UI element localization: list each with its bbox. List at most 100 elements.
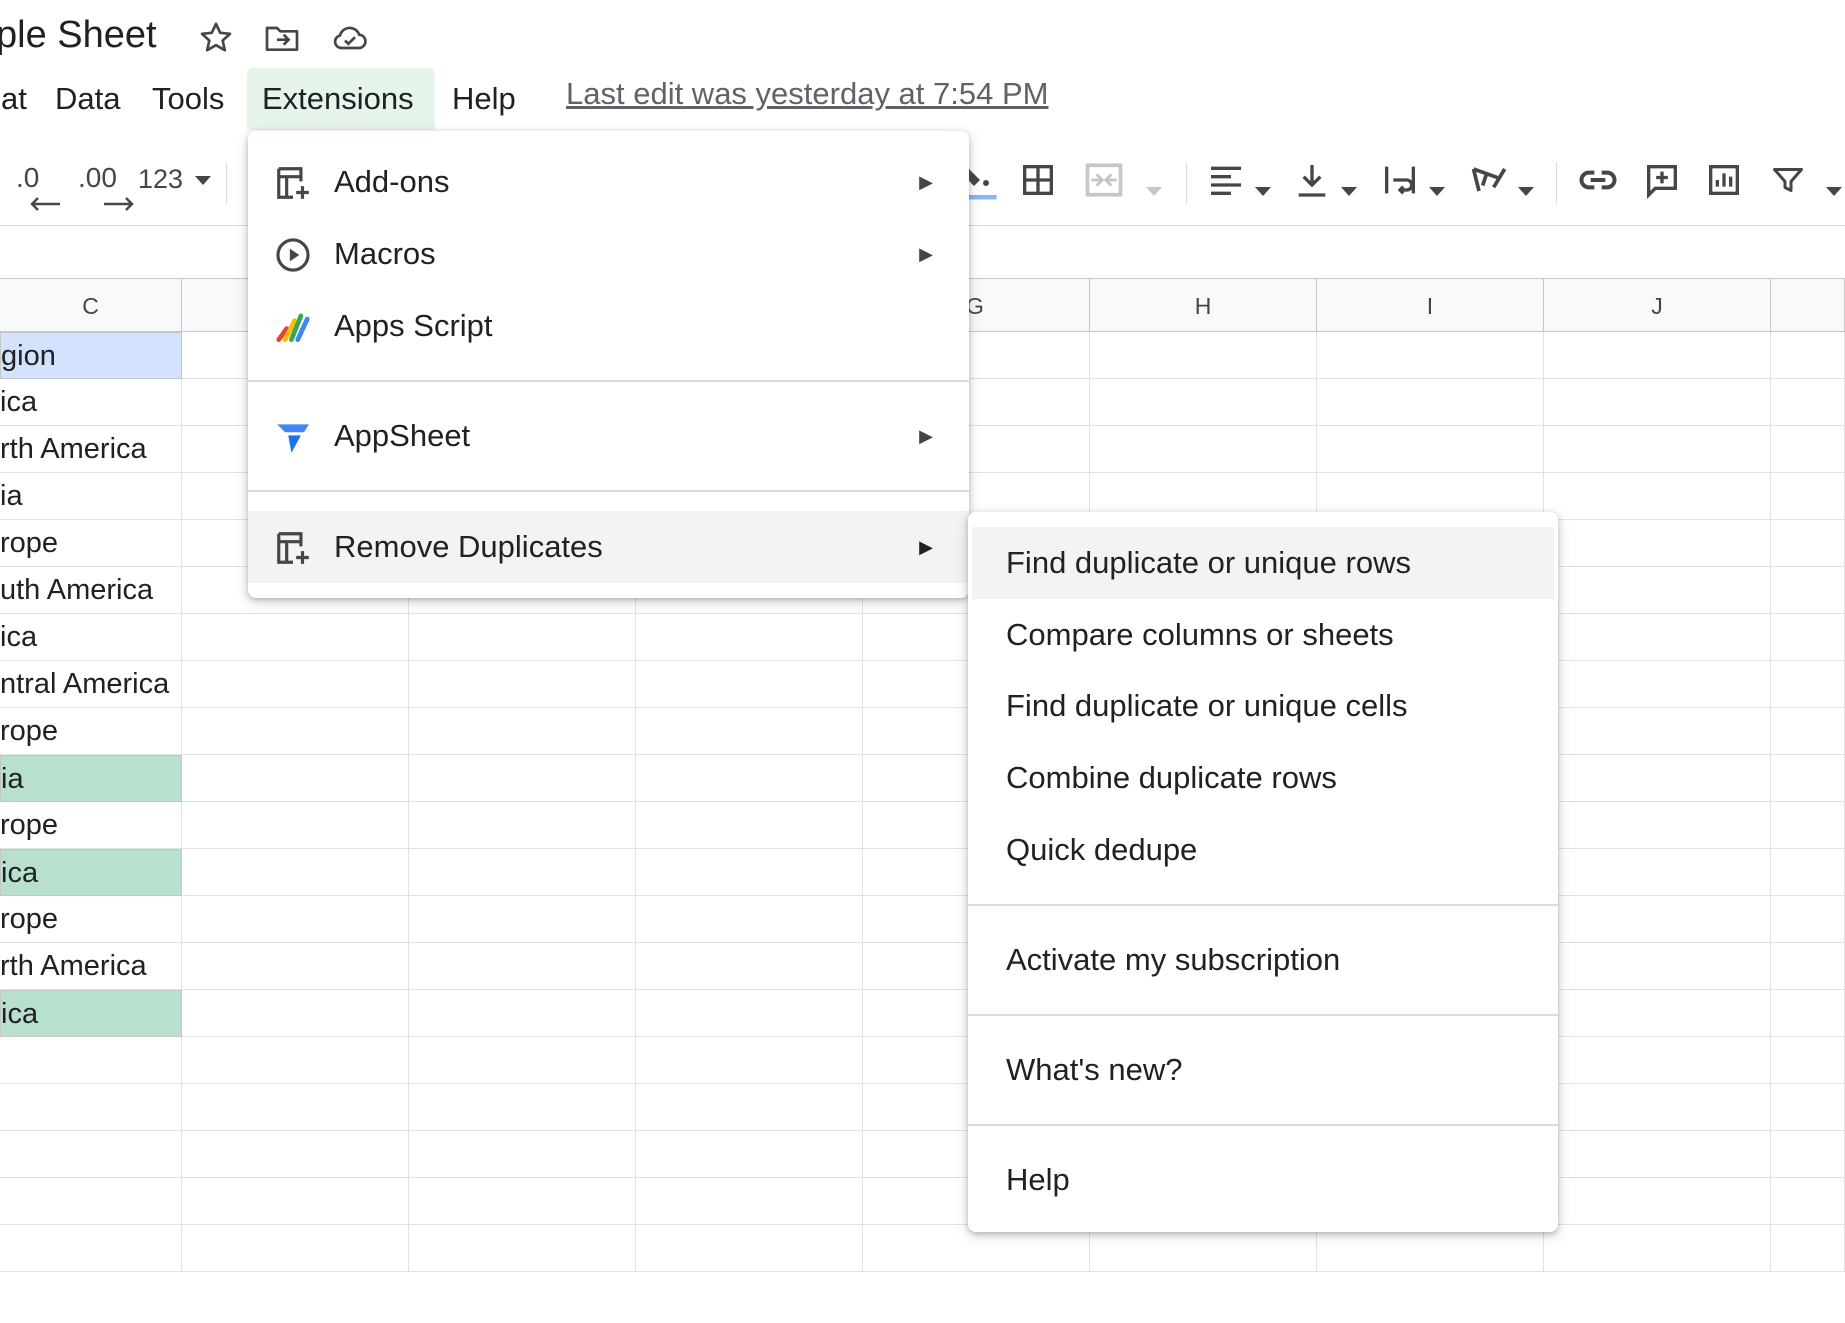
grid-cell[interactable] (636, 755, 863, 802)
grid-cell[interactable] (1317, 332, 1544, 379)
menu-item-apps-script[interactable]: Apps Script (248, 290, 969, 362)
grid-cell[interactable] (409, 614, 636, 661)
grid-cell[interactable] (1317, 379, 1544, 426)
grid-cell-c[interactable]: ica (0, 379, 182, 426)
grid-cell[interactable] (1544, 896, 1771, 943)
grid-cell[interactable] (1544, 1037, 1771, 1084)
grid-cell[interactable] (636, 661, 863, 708)
menu-help[interactable]: Help (437, 68, 531, 130)
grid-cell[interactable] (1771, 1037, 1845, 1084)
grid-cell[interactable] (1771, 661, 1845, 708)
grid-cell[interactable] (636, 990, 863, 1037)
grid-cell[interactable] (1544, 426, 1771, 473)
grid-cell[interactable] (182, 1131, 409, 1178)
grid-cell[interactable] (182, 708, 409, 755)
grid-cell[interactable] (182, 1084, 409, 1131)
grid-cell[interactable] (1544, 1084, 1771, 1131)
column-header-h[interactable]: H (1090, 278, 1317, 332)
grid-cell[interactable] (1090, 332, 1317, 379)
decrease-decimal-button[interactable]: .0 (16, 162, 60, 211)
grid-cell[interactable] (1544, 332, 1771, 379)
submenu-item-quick-dedupe[interactable]: Quick dedupe (968, 814, 1558, 886)
grid-cell[interactable] (1544, 755, 1771, 802)
menu-tools[interactable]: Tools (137, 68, 239, 130)
column-header-i[interactable]: I (1317, 278, 1544, 332)
grid-cell-c[interactable] (0, 1178, 182, 1225)
menu-item-appsheet[interactable]: AppSheet ▶ (248, 400, 969, 472)
grid-cell[interactable] (1771, 1225, 1845, 1272)
insert-link-icon[interactable] (1576, 158, 1620, 202)
grid-cell[interactable] (409, 802, 636, 849)
borders-icon[interactable] (1018, 158, 1058, 202)
merge-chevron-icon[interactable] (1146, 174, 1162, 218)
grid-cell[interactable] (863, 1225, 1090, 1272)
grid-cell[interactable] (636, 1084, 863, 1131)
text-rotation-chevron-icon[interactable] (1518, 174, 1534, 218)
grid-cell[interactable] (636, 943, 863, 990)
grid-cell[interactable] (182, 849, 409, 896)
grid-cell[interactable] (1090, 1225, 1317, 1272)
grid-cell[interactable] (1771, 708, 1845, 755)
grid-cell[interactable] (1771, 990, 1845, 1037)
grid-cell-c[interactable]: rope (0, 708, 182, 755)
submenu-item-combine-duplicate-rows[interactable]: Combine duplicate rows (968, 742, 1558, 814)
grid-cell[interactable] (1771, 379, 1845, 426)
submenu-item-find-duplicate-rows[interactable]: Find duplicate or unique rows (972, 527, 1554, 599)
menu-extensions[interactable]: Extensions (247, 68, 435, 130)
grid-cell[interactable] (409, 1084, 636, 1131)
grid-cell[interactable] (182, 1225, 409, 1272)
grid-cell[interactable] (182, 755, 409, 802)
grid-cell-c[interactable]: ia (0, 755, 182, 802)
grid-cell[interactable] (636, 708, 863, 755)
number-format-dropdown[interactable]: 123 (138, 164, 211, 208)
grid-cell-c[interactable]: uth America (0, 567, 182, 614)
grid-cell[interactable] (409, 1037, 636, 1084)
grid-cell[interactable] (182, 1037, 409, 1084)
menu-format[interactable]: at (0, 68, 42, 130)
grid-cell[interactable] (1544, 708, 1771, 755)
grid-cell[interactable] (1317, 1225, 1544, 1272)
vertical-align-icon[interactable] (1292, 158, 1332, 202)
grid-cell[interactable] (409, 849, 636, 896)
grid-cell[interactable] (1771, 849, 1845, 896)
grid-cell[interactable] (1544, 520, 1771, 567)
grid-cell[interactable] (182, 1178, 409, 1225)
grid-cell-c[interactable]: rope (0, 802, 182, 849)
grid-cell[interactable] (1544, 473, 1771, 520)
cloud-saved-icon[interactable] (330, 18, 370, 58)
column-header-j[interactable]: J (1544, 278, 1771, 332)
grid-cell[interactable] (636, 1037, 863, 1084)
grid-cell-c[interactable] (0, 1131, 182, 1178)
grid-cell[interactable] (1544, 379, 1771, 426)
text-wrapping-chevron-icon[interactable] (1429, 174, 1445, 218)
grid-cell[interactable] (1771, 755, 1845, 802)
grid-cell-c[interactable]: ntral America (0, 661, 182, 708)
grid-cell[interactable] (1544, 943, 1771, 990)
grid-cell[interactable] (409, 755, 636, 802)
horizontal-align-icon[interactable] (1206, 158, 1246, 202)
grid-cell[interactable] (1771, 802, 1845, 849)
move-folder-icon[interactable] (262, 18, 302, 58)
grid-cell[interactable] (1544, 802, 1771, 849)
grid-cell[interactable] (1317, 426, 1544, 473)
grid-cell[interactable] (1771, 567, 1845, 614)
grid-cell[interactable] (1771, 520, 1845, 567)
grid-cell-c[interactable]: gion (0, 332, 182, 379)
grid-cell[interactable] (409, 708, 636, 755)
text-rotation-icon[interactable] (1468, 158, 1512, 202)
grid-cell[interactable] (182, 614, 409, 661)
submenu-item-find-duplicate-cells[interactable]: Find duplicate or unique cells (968, 670, 1558, 742)
grid-cell[interactable] (409, 896, 636, 943)
grid-cell[interactable] (1771, 1084, 1845, 1131)
grid-cell[interactable] (409, 1225, 636, 1272)
last-edit-link[interactable]: Last edit was yesterday at 7:54 PM (566, 76, 1048, 112)
grid-cell[interactable] (636, 1225, 863, 1272)
filter-chevron-icon[interactable] (1826, 174, 1842, 218)
grid-cell[interactable] (1544, 1131, 1771, 1178)
submenu-item-compare-columns[interactable]: Compare columns or sheets (968, 599, 1558, 671)
grid-cell[interactable] (1771, 943, 1845, 990)
column-header-k[interactable] (1771, 278, 1845, 332)
grid-cell-c[interactable]: rth America (0, 943, 182, 990)
grid-cell[interactable] (182, 802, 409, 849)
menu-item-remove-duplicates[interactable]: Remove Duplicates ▶ (248, 511, 969, 583)
